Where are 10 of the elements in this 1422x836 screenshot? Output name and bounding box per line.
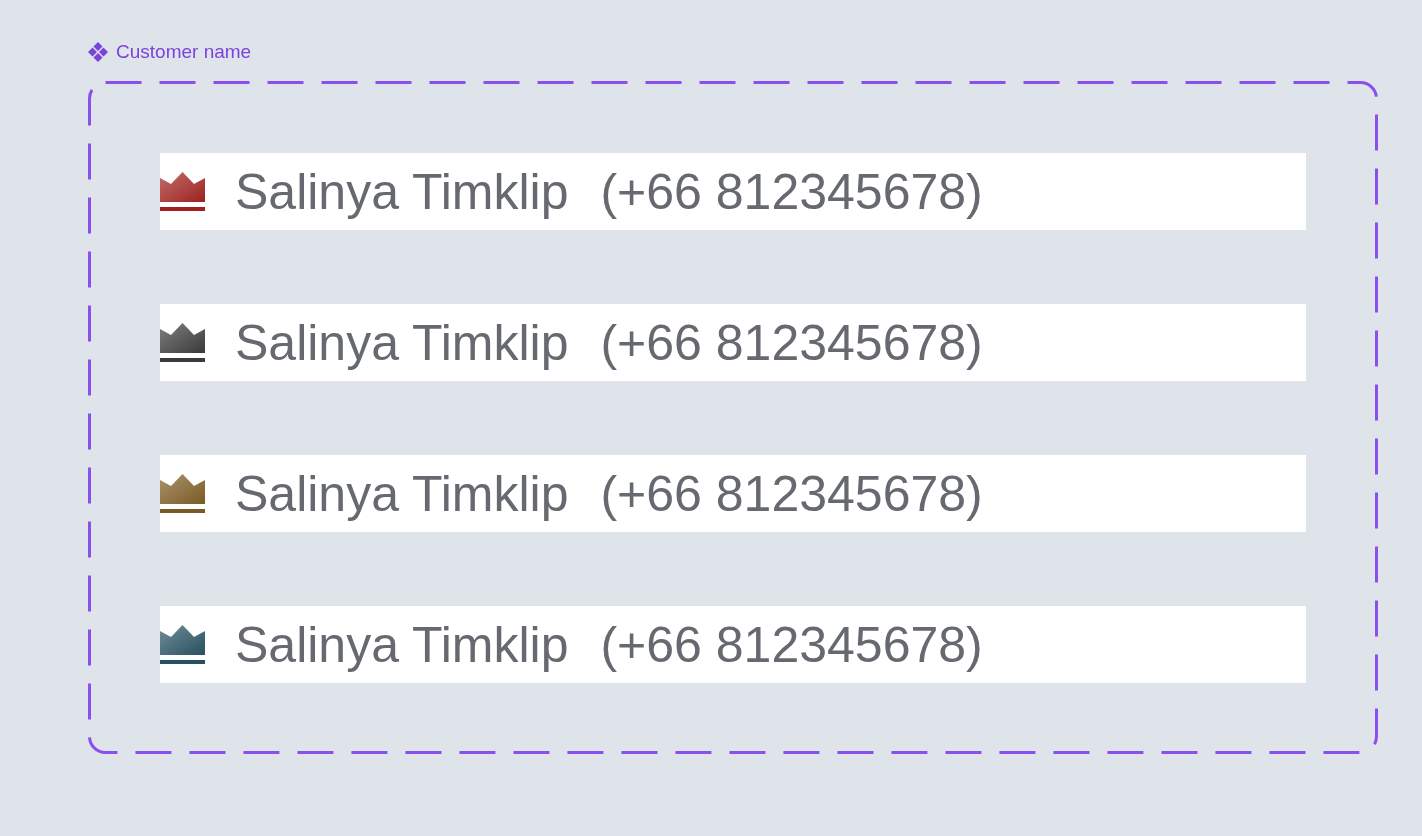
component-icon bbox=[88, 42, 108, 62]
customer-name: Salinya Timklip bbox=[235, 162, 569, 222]
phone-number: (+66 812345678) bbox=[600, 615, 983, 675]
component-label: Customer name bbox=[116, 40, 252, 64]
customer-name: Salinya Timklip bbox=[235, 464, 569, 524]
phone-number: (+66 812345678) bbox=[600, 162, 983, 222]
customer-name: Salinya Timklip bbox=[235, 313, 569, 373]
phone-number: (+66 812345678) bbox=[600, 464, 983, 524]
customer-name: Salinya Timklip bbox=[235, 615, 569, 675]
phone-number: (+66 812345678) bbox=[600, 313, 983, 373]
